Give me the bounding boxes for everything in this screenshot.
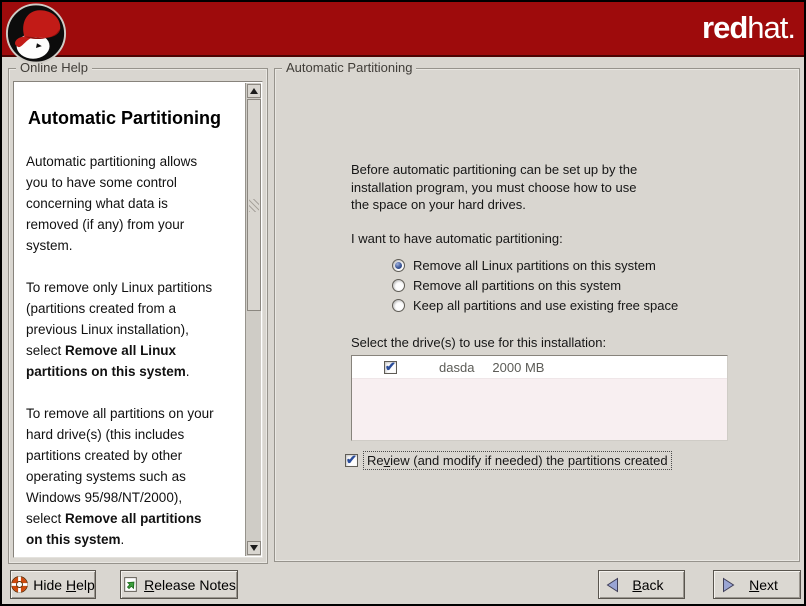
help-scrollbar[interactable] bbox=[245, 83, 261, 556]
radio-label[interactable]: Keep all partitions and use existing fre… bbox=[413, 298, 678, 313]
radio-option-remove-linux[interactable]: Remove all Linux partitions on this syst… bbox=[392, 257, 678, 274]
help-paragraph-2: To remove only Linux partitions (partiti… bbox=[26, 277, 241, 382]
help-text-area: Automatic Partitioning Automatic partiti… bbox=[14, 82, 245, 557]
review-checkbox-label[interactable]: Review (and modify if needed) the partit… bbox=[364, 452, 671, 469]
drive-size: 2000 MB bbox=[492, 360, 544, 375]
review-checkbox[interactable] bbox=[345, 454, 358, 467]
radio-button[interactable] bbox=[392, 299, 405, 312]
review-partitions-row[interactable]: Review (and modify if needed) the partit… bbox=[345, 452, 671, 469]
help-title: Automatic Partitioning bbox=[28, 108, 241, 129]
header-banner: redhat. bbox=[2, 2, 804, 57]
redhat-wordmark: redhat. bbox=[702, 10, 795, 46]
installer-window: redhat. Online Help Automatic Partitioni… bbox=[0, 0, 806, 606]
scroll-down-button[interactable] bbox=[247, 541, 261, 555]
intro-text: Before automatic partitioning can be set… bbox=[351, 161, 637, 214]
help-paragraph-3: To remove all partitions on your hard dr… bbox=[26, 403, 241, 550]
back-arrow-icon bbox=[605, 577, 621, 593]
radio-button[interactable] bbox=[392, 279, 405, 292]
down-arrow-icon bbox=[250, 545, 258, 551]
wordmark-bold: red bbox=[702, 10, 747, 45]
scroll-up-button[interactable] bbox=[247, 84, 261, 98]
scrollbar-thumb[interactable] bbox=[247, 99, 261, 311]
lifebuoy-icon bbox=[11, 576, 28, 593]
help-paragraph-1: Automatic partitioning allows you to hav… bbox=[26, 151, 241, 256]
release-notes-icon bbox=[122, 576, 139, 593]
radio-button[interactable] bbox=[392, 259, 405, 272]
back-label: Back bbox=[632, 577, 663, 593]
help-content-box: Automatic Partitioning Automatic partiti… bbox=[13, 81, 263, 558]
radio-label[interactable]: Remove all partitions on this system bbox=[413, 278, 621, 293]
next-button[interactable]: Next bbox=[713, 570, 801, 599]
release-notes-label: Release Notes bbox=[144, 577, 236, 593]
radio-option-keep-all[interactable]: Keep all partitions and use existing fre… bbox=[392, 297, 678, 314]
automatic-partitioning-panel: Automatic Partitioning Before automatic … bbox=[274, 68, 800, 562]
radio-option-remove-all[interactable]: Remove all partitions on this system bbox=[392, 277, 678, 294]
online-help-panel: Online Help Automatic Partitioning Autom… bbox=[8, 68, 268, 564]
release-notes-button[interactable]: Release Notes bbox=[120, 570, 238, 599]
radio-label[interactable]: Remove all Linux partitions on this syst… bbox=[413, 258, 656, 273]
main-frame-label: Automatic Partitioning bbox=[282, 60, 416, 75]
hide-help-button[interactable]: Hide Help bbox=[10, 570, 96, 599]
partitioning-radio-group: Remove all Linux partitions on this syst… bbox=[392, 257, 678, 317]
drive-checkbox[interactable] bbox=[384, 361, 397, 374]
up-arrow-icon bbox=[250, 88, 258, 94]
partitioning-prompt: I want to have automatic partitioning: bbox=[351, 231, 563, 246]
hide-help-label: Hide Help bbox=[33, 577, 95, 593]
next-arrow-icon bbox=[720, 577, 736, 593]
redhat-shadowman-logo-icon bbox=[5, 2, 67, 65]
drive-select-label: Select the drive(s) to use for this inst… bbox=[351, 335, 606, 350]
back-button[interactable]: Back bbox=[598, 570, 685, 599]
wordmark-light: hat. bbox=[747, 10, 795, 45]
drive-list: dasda 2000 MB bbox=[351, 355, 728, 441]
next-label: Next bbox=[749, 577, 778, 593]
drive-row-dasda[interactable]: dasda 2000 MB bbox=[352, 356, 727, 379]
thumb-grip-icon bbox=[249, 199, 259, 212]
drive-name: dasda bbox=[439, 360, 474, 375]
